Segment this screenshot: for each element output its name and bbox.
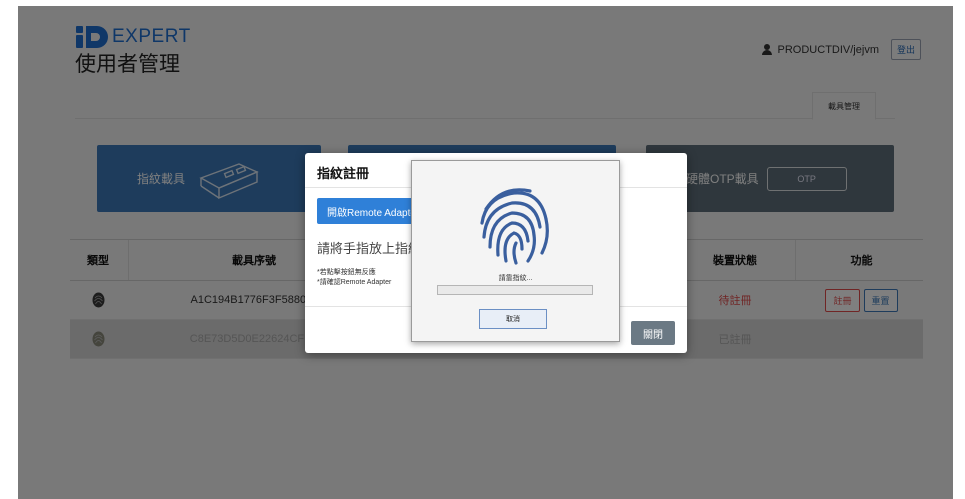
scan-progress-bar [437, 285, 593, 295]
fingerprint-icon [480, 188, 549, 265]
screenshot-frame: EXPERT 使用者管理 PRODUCTDIV/jejvm 登出 載具管理 指紋… [18, 6, 953, 499]
fingerprint-scan-dialog: 請靠指紋... 取消 [411, 160, 620, 342]
scan-status-label: 請靠指紋... [498, 275, 533, 282]
close-button[interactable]: 關閉 [631, 321, 675, 345]
cancel-button[interactable]: 取消 [479, 309, 547, 329]
modal-note: *若點擊按鈕無反應 [317, 269, 376, 276]
modal-note: *請確認Remote Adapter [317, 279, 392, 286]
page: EXPERT 使用者管理 PRODUCTDIV/jejvm 登出 載具管理 指紋… [18, 6, 953, 499]
modal-title: 指紋註冊 [317, 166, 370, 181]
